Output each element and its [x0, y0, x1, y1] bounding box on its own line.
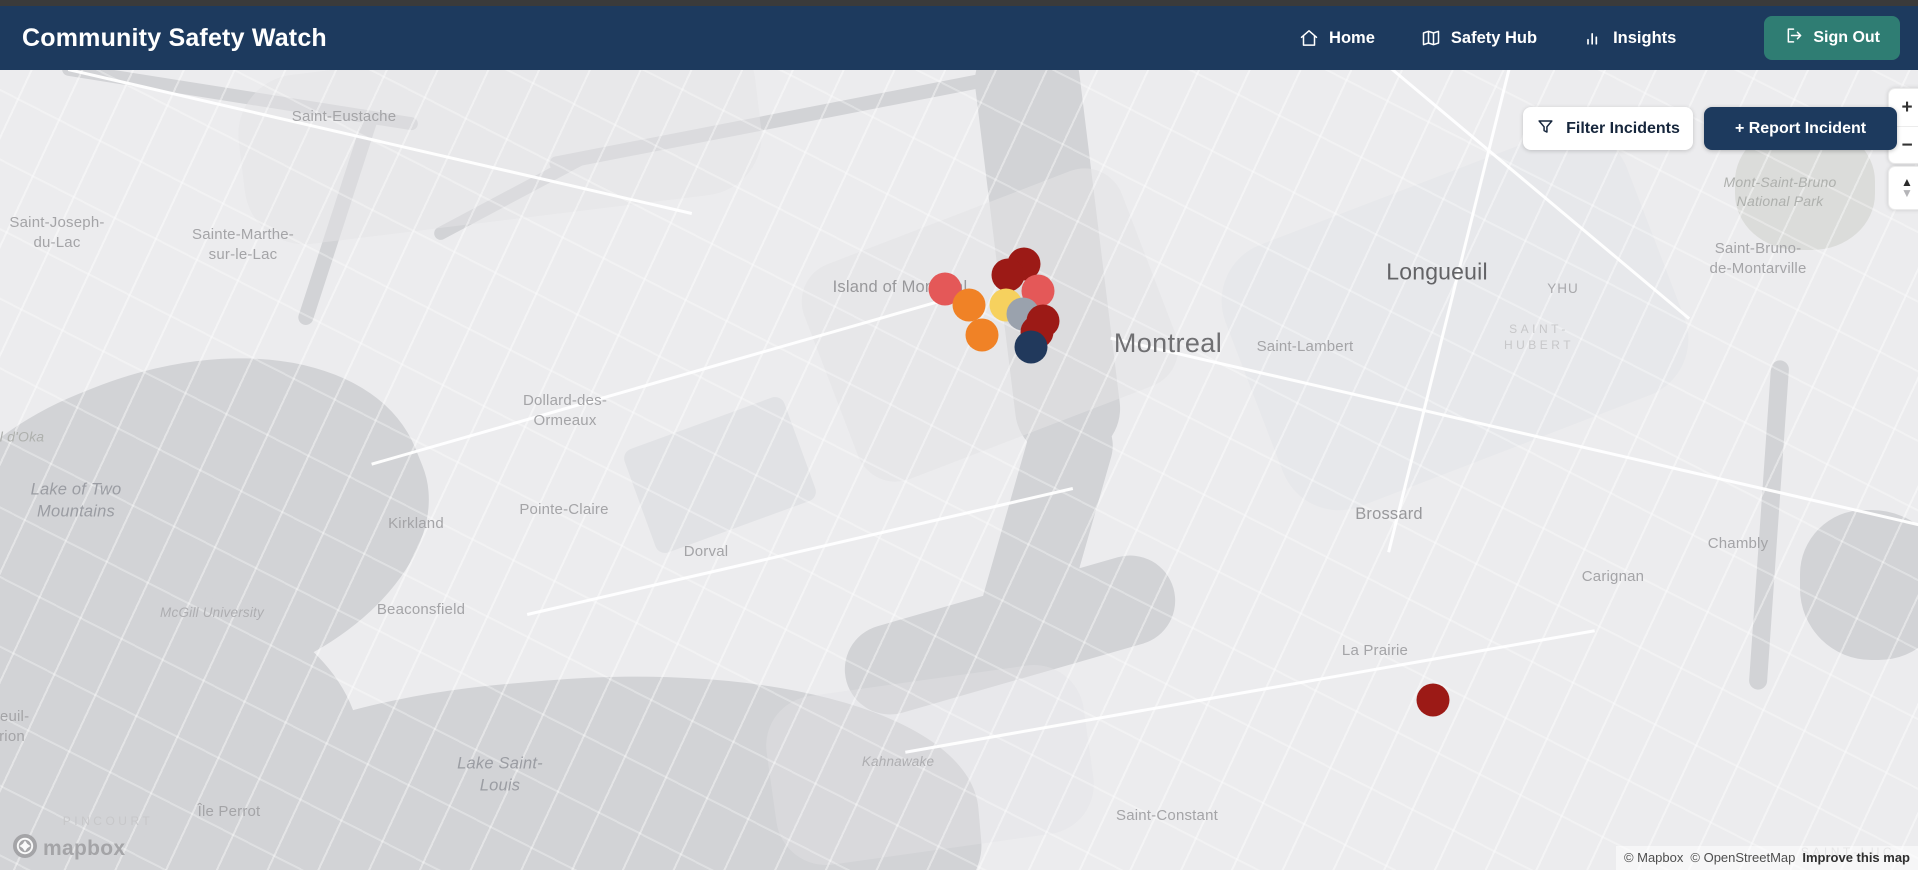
- bar-chart-icon: [1583, 28, 1603, 48]
- app-header: Community Safety Watch Home Safety Hub I…: [0, 6, 1918, 70]
- attribution-improve-link[interactable]: Improve this map: [1802, 850, 1910, 865]
- home-icon: [1299, 28, 1319, 48]
- incident-marker[interactable]: [1014, 330, 1048, 364]
- map-place-label: PINCOURT: [62, 813, 154, 828]
- report-incident-label: + Report Incident: [1734, 119, 1867, 137]
- map-place-label: Saint-Constant: [1115, 806, 1219, 824]
- map-place-label: al d'Oka: [0, 428, 45, 445]
- main-nav: Home Safety Hub Insights Sign Out: [1299, 16, 1900, 60]
- map-place-label: Carignan: [1581, 567, 1645, 585]
- map-place-label: Lake Saint- Louis: [457, 754, 543, 795]
- map-place-label: Mont-Saint-Bruno National Park: [1723, 174, 1837, 209]
- incident-marker[interactable]: [965, 318, 999, 352]
- map-place-label: reuil-rion: [0, 707, 30, 745]
- map-place-label: Dollard-des- Ormeaux: [522, 391, 608, 429]
- map-place-label: Chambly: [1707, 534, 1769, 552]
- filter-incidents-label: Filter Incidents: [1566, 119, 1680, 137]
- map-place-label: Lake of Two Mountains: [30, 480, 122, 521]
- map-place-label: Kahnawake: [861, 753, 935, 769]
- map-canvas[interactable]: Saint-Eustache Saint-Joseph-du-Lac Sainte-…: [0, 70, 1918, 870]
- incident-marker[interactable]: [991, 258, 1025, 292]
- map-place-label: Île Perrot: [197, 802, 261, 820]
- map-place-label: Brossard: [1355, 504, 1423, 523]
- sign-out-label: Sign Out: [1813, 29, 1880, 46]
- map-place-label: La Prairie: [1341, 641, 1409, 659]
- nav-insights-label: Insights: [1613, 28, 1677, 47]
- filter-incidents-button[interactable]: Filter Incidents: [1523, 107, 1693, 150]
- incident-marker[interactable]: [952, 288, 986, 322]
- attribution-osm[interactable]: © OpenStreetMap: [1690, 850, 1795, 865]
- report-incident-button[interactable]: + Report Incident: [1704, 107, 1897, 150]
- map-place-label: Saint-Eustache: [291, 107, 397, 125]
- attribution-mapbox[interactable]: © Mapbox: [1624, 850, 1683, 865]
- mapbox-logo-text: mapbox: [43, 836, 126, 860]
- incident-marker[interactable]: [1416, 683, 1450, 717]
- map-attribution: © Mapbox © OpenStreetMap Improve this ma…: [1615, 846, 1918, 870]
- map-place-label: Saint-Bruno-de-Montarville: [1709, 239, 1807, 277]
- map-place-label: Saint-Joseph-du-Lac: [9, 213, 105, 251]
- map-place-label: Saint-Lambert: [1256, 337, 1354, 355]
- mapbox-logo[interactable]: mapbox: [12, 833, 125, 864]
- map-place-label: Dorval: [683, 542, 729, 560]
- map-place-label: Pointe-Claire: [519, 500, 609, 518]
- sign-out-icon: [1784, 26, 1803, 50]
- map-place-label: McGill University: [160, 604, 264, 620]
- nav-safety-hub[interactable]: Safety Hub: [1421, 28, 1537, 48]
- nav-safety-hub-label: Safety Hub: [1450, 28, 1538, 47]
- map-place-label: Longueuil: [1386, 258, 1488, 285]
- funnel-icon: [1536, 117, 1555, 141]
- sign-out-button[interactable]: Sign Out: [1764, 16, 1900, 60]
- map-place-label: Beaconsfield: [376, 600, 466, 618]
- map-place-label: SAINT- HUBERT: [1503, 321, 1575, 352]
- map-icon: [1421, 28, 1441, 48]
- app-title: Community Safety Watch: [22, 23, 327, 52]
- nav-insights[interactable]: Insights: [1583, 28, 1676, 48]
- mapbox-logo-icon: [12, 833, 38, 864]
- tilt-down-icon[interactable]: ▼: [1901, 187, 1913, 199]
- map-place-label: Sainte-Marthe-sur-le-Lac: [191, 225, 295, 263]
- map-place-label: Montreal: [1113, 327, 1223, 358]
- nav-home-label: Home: [1329, 28, 1375, 47]
- map-place-label: YHU: [1547, 280, 1579, 296]
- map-tilt-control[interactable]: ▲ ▼: [1888, 166, 1918, 210]
- nav-home[interactable]: Home: [1299, 28, 1375, 48]
- road-grid-texture: [0, 70, 1918, 870]
- map-place-label: Kirkland: [388, 514, 444, 532]
